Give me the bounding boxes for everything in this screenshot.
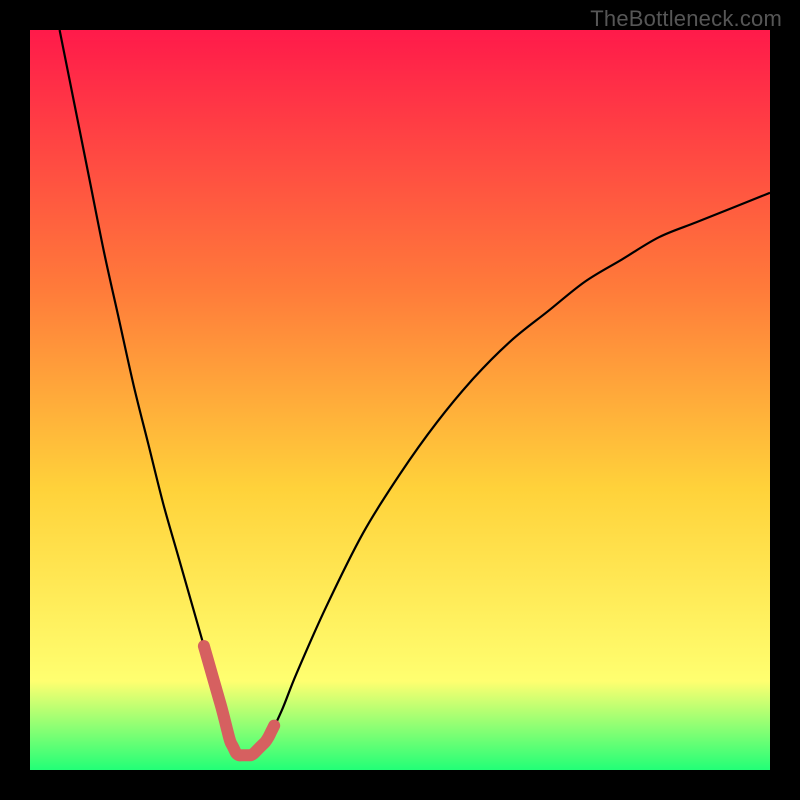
bottleneck-chart (30, 30, 770, 770)
chart-frame: TheBottleneck.com (0, 0, 800, 800)
gradient-background (30, 30, 770, 770)
watermark-text: TheBottleneck.com (590, 6, 782, 32)
